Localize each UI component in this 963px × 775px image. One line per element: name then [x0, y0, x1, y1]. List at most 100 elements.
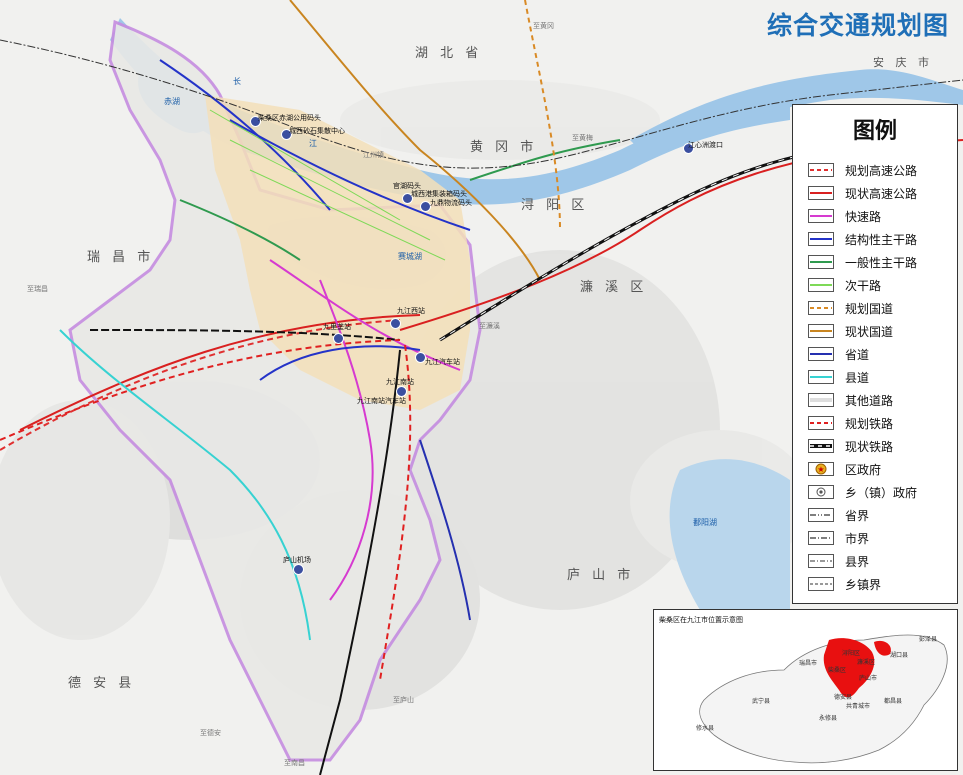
- inset-dean: 德安县: [834, 694, 853, 701]
- label-jiang: 江: [309, 139, 317, 148]
- legend-swatch: [808, 485, 834, 499]
- map-title: 综合交通规划图: [766, 11, 949, 40]
- inset-hukou: 湖口县: [890, 652, 909, 659]
- legend-item: 结构性主干路: [793, 228, 959, 251]
- legend-item: 其他道路: [793, 389, 959, 412]
- legend-item: 一般性主干路: [793, 251, 959, 274]
- legend-swatch: ★: [808, 462, 834, 476]
- region-hubei: 湖 北 省: [415, 46, 483, 61]
- region-lianxi: 濂 溪 区: [580, 280, 648, 295]
- region-anqing: 安 庆 市: [873, 56, 933, 69]
- inset-map: 柴桑区在九江市位置示意图 彭泽县 湖口县 浔阳区 濂溪区 瑞昌市 柴桑区 庐山市…: [653, 609, 958, 771]
- label-jiujiang-south: 九江南站: [386, 378, 414, 386]
- legend-swatch: [808, 278, 834, 292]
- legend-label: 乡镇界: [845, 578, 882, 592]
- region-huanggang: 黄 冈 市: [470, 140, 538, 155]
- legend-swatch: [808, 209, 834, 223]
- inset-xiushui: 修水县: [696, 725, 715, 732]
- legend-swatch: [808, 301, 834, 315]
- label-chang: 长: [233, 77, 241, 86]
- legend-label: 县界: [845, 555, 870, 569]
- legend-item: 现状国道: [793, 320, 959, 343]
- label-zhi-nanchang: 至南昌: [284, 759, 305, 767]
- region-dean: 德 安 县: [68, 676, 136, 691]
- label-jiangxin: 江心洲渡口: [688, 141, 723, 149]
- label-zhi-dean: 至德安: [200, 729, 221, 737]
- legend-item: 市界: [793, 527, 959, 550]
- label-shicheng: 城西砂石集散中心: [289, 127, 345, 135]
- legend-label: 现状国道: [845, 325, 894, 339]
- legend-label: 省界: [845, 509, 870, 523]
- region-lushan: 庐 山 市: [567, 568, 635, 583]
- label-bus-station: 九江汽车站: [425, 358, 460, 366]
- svg-text:★: ★: [817, 465, 824, 474]
- label-zhi-ruichang: 至瑞昌: [27, 285, 48, 293]
- legend-item: 县道: [793, 366, 959, 389]
- legend-swatch: [808, 232, 834, 246]
- label-jiulong: 九鼎物流码头: [430, 199, 472, 207]
- label-zhi-lianxi: 至濂溪: [479, 322, 500, 330]
- legend-swatch: [808, 255, 834, 269]
- map-stage: 综合交通规划图 湖 北 省 黄 冈 市 安 庆 市 浔 阳 区 濂 溪 区 瑞 …: [0, 0, 963, 775]
- region-ruichang: 瑞 昌 市: [87, 250, 155, 265]
- legend-label: 规划高速公路: [845, 164, 918, 178]
- inset-duchang: 都昌县: [884, 698, 903, 705]
- legend-swatch: [808, 554, 834, 568]
- inset-gongqing: 共青城市: [846, 703, 871, 710]
- legend-swatch: [808, 324, 834, 338]
- label-poyanghu: 鄱阳湖: [693, 518, 717, 527]
- inset-pengze: 彭泽县: [919, 636, 938, 643]
- legend-item: 规划铁路: [793, 412, 959, 435]
- legend-label: 省道: [845, 348, 870, 362]
- legend-label: 县道: [845, 371, 870, 385]
- region-xunyang: 浔 阳 区: [521, 198, 589, 213]
- legend-swatch: [808, 347, 834, 361]
- inset-lushan: 庐山市: [859, 675, 878, 682]
- inset-ruichang: 瑞昌市: [799, 660, 818, 667]
- inset-chaisang: 柴桑区: [828, 667, 847, 674]
- legend-label: 现状高速公路: [845, 187, 918, 201]
- legend-item: 乡镇界: [793, 573, 959, 596]
- label-zhi-lushan: 至庐山: [393, 696, 414, 704]
- legend-swatch: [808, 531, 834, 545]
- legend-swatch: [808, 370, 834, 384]
- label-jiangzhou: 江州镇: [363, 151, 384, 159]
- legend-swatch: [808, 508, 834, 522]
- legend-label: 一般性主干路: [845, 256, 918, 270]
- label-jiujiang-west: 九江西站: [397, 307, 425, 315]
- label-airport: 庐山机场: [283, 556, 311, 564]
- inset-svg: [699, 634, 948, 764]
- legend-item: ★ 区政府: [793, 458, 959, 481]
- legend-item: 省界: [793, 504, 959, 527]
- legend-label: 规划铁路: [845, 417, 894, 431]
- legend-label: 快速路: [845, 210, 882, 224]
- inset-xunyang: 浔阳区: [842, 650, 861, 657]
- legend-swatch: [808, 416, 834, 430]
- legend-swatch: [808, 439, 834, 453]
- legend-label: 乡（镇）政府: [845, 486, 918, 500]
- inset-lianxi: 濂溪区: [857, 659, 876, 666]
- label-chihu-port: 柴桑区赤湖公用码头: [258, 114, 321, 122]
- jiujiang-outline: [699, 634, 948, 764]
- label-south-bus: 九江南站汽车站: [357, 397, 406, 405]
- inset-wuning: 武宁县: [752, 698, 771, 705]
- legend-item: 乡（镇）政府: [793, 481, 959, 504]
- legend-label: 现状铁路: [845, 440, 894, 454]
- legend-label: 市界: [845, 532, 870, 546]
- legend-swatch: [808, 186, 834, 200]
- label-saichenghu: 赛城湖: [398, 252, 422, 261]
- legend-item: 次干路: [793, 274, 959, 297]
- label-zhi-huanggang: 至黄冈: [533, 22, 554, 30]
- legend-swatch: [808, 393, 834, 407]
- legend-item: 规划高速公路: [793, 159, 959, 182]
- legend-label: 区政府: [845, 463, 882, 477]
- legend-swatch: [808, 577, 834, 591]
- airport-marker: [293, 564, 304, 575]
- station-marker: [333, 333, 344, 344]
- legend-item: 现状高速公路: [793, 182, 959, 205]
- legend-label: 其他道路: [845, 394, 894, 408]
- inset-yongxiu: 永修县: [819, 715, 838, 722]
- legend-label: 次干路: [845, 279, 882, 293]
- legend-label: 结构性主干路: [845, 233, 918, 247]
- label-zhi-huangmei: 至黄梅: [572, 134, 593, 142]
